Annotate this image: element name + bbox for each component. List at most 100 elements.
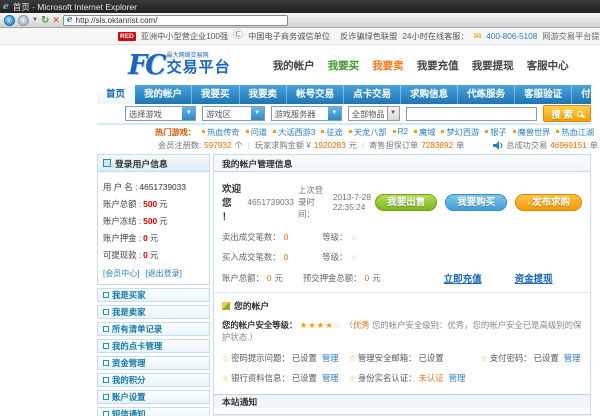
hot-game-link[interactable]: 热血传奇 (202, 126, 240, 138)
security-item-email: ☆ 管理安全邮箱：已设置 (349, 352, 481, 364)
history-dropdown-icon[interactable]: ▼ (32, 17, 38, 23)
link-i-sell[interactable]: 我要卖 (372, 58, 404, 73)
logo-title: 交易平台 (167, 60, 231, 77)
main-panel: 我的帐户管理信息 欢迎您 ！ 4651739033 上次登录时间： 2013-7… (213, 154, 591, 416)
tab-powerleveling[interactable]: 代练服务 (458, 85, 515, 104)
chevron-down-icon: ▼ (182, 107, 195, 120)
manage-link[interactable]: 管理 (322, 352, 339, 364)
hot-game-link[interactable]: 梦幻西游 (441, 126, 479, 138)
stop-icon[interactable]: ✕ (52, 15, 60, 26)
member-center-link[interactable]: [会员中心] (103, 268, 139, 279)
menu-square-icon (103, 309, 109, 315)
welcome-block: 欢迎您 ！ 4651739033 上次登录时间： 2013-7-28 22:35… (214, 172, 590, 292)
sidebar-item-funds[interactable]: 资金管理 (97, 356, 210, 370)
content-area: 登录用户信息 用 户 名 :4651739033 账户总额 :500元 账户冻结… (97, 154, 591, 416)
manage-link[interactable]: 管理 (322, 372, 339, 384)
site-column: 首页 我的帐户 我要买 我要卖 帐号交易 点卡交易 求购信息 代练服务 客服验证… (97, 85, 591, 416)
tab-card-trade[interactable]: 点卡交易 (344, 85, 401, 104)
logo-fc-mark: FC (128, 50, 165, 81)
tab-buy[interactable]: 我要买 (192, 85, 240, 104)
sidebar-item-orders[interactable]: 所有清单记录 (97, 322, 210, 336)
hot-games-row: 热门游戏： 热血传奇 问道 大话西游3 征途 天龙八部 R2 魔域 梦幻西游 银… (97, 125, 591, 138)
recharge-now-link[interactable]: 立即充值 (444, 271, 482, 285)
hot-game-link[interactable]: 魔兽世界 (513, 126, 551, 138)
login-user-header: 登录用户信息 (98, 155, 209, 172)
hot-game-link[interactable]: 银子 (485, 126, 506, 138)
cert-asia-label: 亚洲中小型营企业100强 (141, 30, 228, 42)
hot-game-link[interactable]: 问道 (246, 126, 267, 138)
site-logo[interactable]: FC 最大网络交易网 交易平台 (128, 50, 231, 81)
sidebar: 登录用户信息 用 户 名 :4651739033 账户总额 :500元 账户冻结… (97, 154, 210, 416)
withdrawable-row: 可提现款 :0元 (103, 249, 204, 261)
sidebar-item-seller[interactable]: 我是卖家 (97, 305, 210, 319)
region-select[interactable]: 游戏区 ▼ (202, 106, 264, 121)
manage-link[interactable]: 管理 (564, 352, 581, 364)
level-star-icon: ☆ (350, 253, 357, 262)
menu-square-icon (103, 394, 109, 400)
tab-payment[interactable]: 付款方式 (572, 85, 600, 104)
menu-square-icon (103, 326, 109, 332)
sidebar-item-cards[interactable]: 我的点卡管理 (97, 339, 210, 353)
address-bar[interactable]: e http://sls.oktanrist.com/ (63, 15, 288, 26)
account-grid-icon (222, 302, 230, 310)
manage-link[interactable]: 管理 (449, 372, 466, 384)
tab-my-account[interactable]: 我的帐户 (135, 85, 192, 104)
site-header: FC 最大网络交易网 交易平台 我的帐户 我要买 我要卖 我要充值 我要提现 客… (0, 45, 600, 85)
link-service-center[interactable]: 客服中心 (527, 58, 569, 73)
sell-button[interactable]: 我要出售 (375, 194, 437, 211)
star-icon: ☆ (349, 374, 356, 383)
speaker-icon (493, 141, 503, 150)
star-icon: ☆ (481, 354, 488, 363)
deposit-row: 账户押金 :0元 (103, 232, 204, 244)
back-button[interactable]: ‹ (4, 15, 15, 26)
link-my-account[interactable]: 我的帐户 (273, 58, 315, 73)
chevron-down-icon: ▼ (328, 107, 341, 120)
tab-ask-info[interactable]: 求购信息 (401, 85, 458, 104)
post-ask-button[interactable]: ›发布求购 (515, 194, 582, 211)
sidebar-item-buyer[interactable]: 我是买家 (97, 288, 210, 302)
item-type-select[interactable]: 全部物品 ▼ (348, 106, 400, 121)
service-phone-link[interactable]: 400-806-5108 (486, 32, 537, 41)
tab-sell[interactable]: 我要卖 (240, 85, 288, 104)
level-star-icon: ☆ (350, 233, 357, 242)
menu-square-icon (103, 411, 109, 416)
link-withdraw[interactable]: 我要提现 (472, 58, 514, 73)
link-recharge[interactable]: 我要充值 (417, 58, 459, 73)
hot-game-link[interactable]: 魔域 (414, 126, 435, 138)
buy-button[interactable]: 我要购买 (445, 194, 507, 211)
security-item-password-question: ☆ 密码提示问题：已设置 管理 (222, 352, 349, 364)
refresh-icon[interactable]: ↻ (41, 15, 49, 26)
security-item-identity: ☆ 身份实名认证：未认证 管理 (349, 372, 481, 384)
browser-toolbar: ‹ › ▼ ↻ ✕ e http://sls.oktanrist.com/ (0, 13, 600, 28)
server-select[interactable]: 游戏服务器 ▼ (271, 106, 342, 121)
tab-service-verify[interactable]: 客服验证 (515, 85, 572, 104)
sidebar-item-sms[interactable]: 短信通知 (97, 407, 210, 416)
game-select[interactable]: 选择游戏 ▼ (125, 106, 196, 121)
buy-amount-label: 玩家求购金额 ¥ (255, 139, 311, 151)
logout-link[interactable]: [退出登录] (145, 268, 181, 279)
link-i-buy[interactable]: 我要买 (328, 58, 360, 73)
hot-game-link[interactable]: 天龙八部 (349, 126, 387, 138)
tab-home[interactable]: 首页 (97, 85, 135, 104)
tab-account-trade[interactable]: 帐号交易 (287, 85, 344, 104)
menu-square-icon (103, 360, 109, 366)
sold-count-row: 卖出成交笔数：0 等级：☆ (222, 231, 582, 243)
sidebar-item-settings[interactable]: 账户设置 (97, 390, 210, 404)
security-star-dim-icon: ☆ (334, 320, 343, 330)
hot-game-link[interactable]: 征途 (321, 126, 342, 138)
hot-game-link[interactable]: 热血江湖 (556, 126, 594, 138)
withdraw-funds-link[interactable]: 资金提现 (515, 271, 553, 285)
forward-button[interactable]: › (18, 15, 29, 26)
mail-icon: ✉ (474, 31, 482, 42)
account-section-title: 您的帐户 (234, 299, 269, 312)
star-icon: ☆ (349, 354, 356, 363)
search-button[interactable]: 搜 索 (543, 105, 591, 122)
hot-game-link[interactable]: R2 (393, 127, 408, 136)
url-text: http://sls.oktanrist.com/ (76, 16, 158, 25)
balance-summary-row: 账户总额：0元 预交押金总额：0元 立即充值 资金提现 (222, 271, 582, 285)
username-row: 用 户 名 :4651739033 (103, 181, 204, 193)
bought-count-row: 买入成交笔数：0 等级：☆ (222, 251, 582, 263)
search-input[interactable] (406, 107, 538, 121)
sidebar-item-points[interactable]: 我的积分 (97, 373, 210, 387)
hot-game-link[interactable]: 大话西游3 (273, 126, 315, 138)
